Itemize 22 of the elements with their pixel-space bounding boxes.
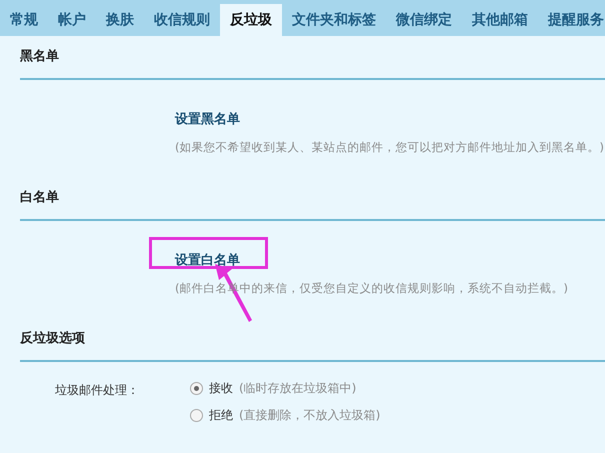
radio-button[interactable] <box>190 382 203 395</box>
description: (如果您不希望收到某人、某站点的邮件，您可以把对方邮件地址加入到黑名单。) <box>175 140 605 155</box>
tab[interactable]: 换肤 <box>96 4 144 36</box>
radio-note: (临时存放在垃圾箱中) <box>239 380 356 397</box>
settings-link[interactable]: 设置黑名单 <box>175 112 240 127</box>
section-title: 白名单 <box>20 177 605 221</box>
radio-button[interactable] <box>190 409 203 422</box>
radio-note: (直接删除，不放入垃圾箱) <box>239 407 380 424</box>
section-title: 黑名单 <box>20 36 605 80</box>
tab[interactable]: 帐户 <box>48 4 96 36</box>
section-title: 反垃圾选项 <box>20 318 605 362</box>
radio-label: 拒绝 <box>209 407 233 424</box>
tab[interactable]: 微信绑定 <box>386 4 462 36</box>
tab[interactable]: 提醒服务 <box>538 4 605 36</box>
radio-label: 接收 <box>209 380 233 397</box>
tab[interactable]: 文件夹和标签 <box>282 4 386 36</box>
settings-link[interactable]: 设置白名单 <box>175 253 240 268</box>
tab[interactable]: 收信规则 <box>144 4 220 36</box>
tab[interactable]: 常规 <box>0 4 48 36</box>
tab[interactable]: 其他邮箱 <box>462 4 538 36</box>
option-label: 垃圾邮件处理： <box>55 382 140 399</box>
tab[interactable]: 反垃圾 <box>220 4 282 36</box>
